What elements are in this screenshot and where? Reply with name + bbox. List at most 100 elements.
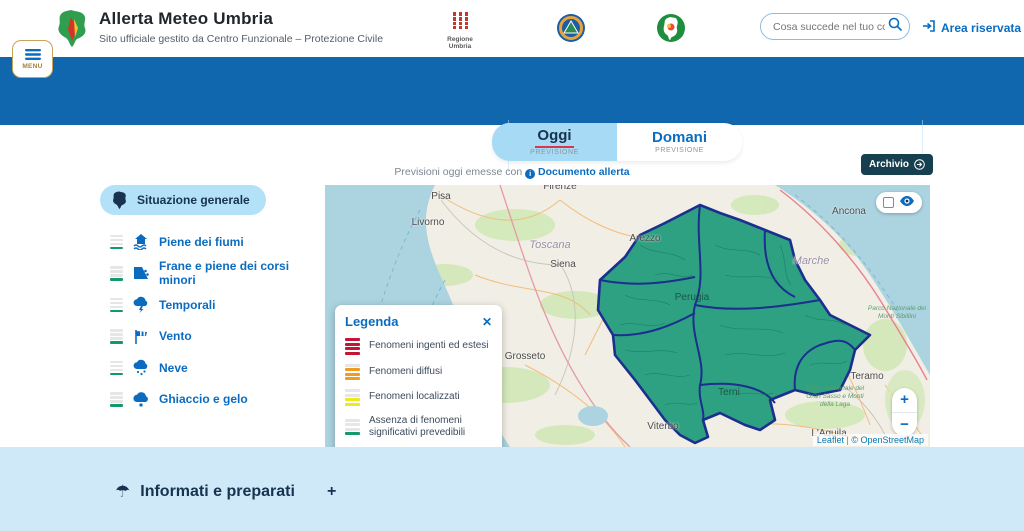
tab-domani-label: Domani [652,130,707,147]
alert-level-green-icon [110,235,123,250]
hazard-sidebar: Situazione generale Piene dei fiumi Fran… [100,185,325,415]
leaflet-link[interactable]: Leaflet [817,435,844,445]
alert-level-orange-icon [345,364,360,381]
brand-text: Allerta Meteo Umbria Sito ufficiale gest… [99,9,383,54]
expand-plus-icon[interactable]: + [327,483,336,501]
map-label-firenze: Firenze [543,185,576,192]
layer-checkbox[interactable] [883,197,894,208]
map-label-terni: Terni [718,387,740,398]
page: Allerta Meteo Umbria Sito ufficiale gest… [0,0,1024,531]
info-icon: i [525,169,535,179]
informati-title: Informati e preparati [140,483,295,501]
thunderstorm-icon [131,296,151,314]
tab-oggi[interactable]: Oggi PREVISIONE [492,123,617,161]
regione-umbria-logo: Regione Umbria [437,12,483,50]
map-label-livorno: Livorno [412,217,445,228]
alert-map[interactable]: Pisa Livorno Firenze Toscana Siena Arezz… [325,185,930,447]
search-input[interactable] [773,21,885,33]
area-riservata-label: Area riservata [941,21,1021,35]
hazard-list: Piene dei fiumi Frane e piene dei corsi … [100,226,325,415]
map-label-marche: Marche [793,255,830,267]
sidebar-item-situazione-generale[interactable]: Situazione generale [100,185,266,215]
map-label-viterbo: Viterbo [647,421,679,432]
menu-label: MENU [22,63,42,70]
sidebar-item-label: Neve [159,361,188,375]
sidebar-item-label: Vento [159,329,192,343]
site-search [760,13,910,40]
sidebar-item-label: Piene dei fiumi [159,235,244,249]
tab-oggi-sublabel: PREVISIONE [530,149,579,156]
alert-level-green-icon [110,392,123,407]
sidebar-item-temporali[interactable]: Temporali [100,289,325,321]
legend-item-green: Assenza di fenomeni significativi preved… [345,415,492,440]
windsock-icon [131,327,151,345]
emission-line: Previsioni oggi emesse con i Documento a… [0,166,1024,179]
emission-text: Previsioni oggi emesse con [394,166,522,178]
tab-oggi-label: Oggi [535,128,573,148]
landslide-icon [131,264,151,282]
site-subtitle: Sito ufficiale gestito da Centro Funzion… [99,33,383,45]
sidebar-item-piene-dei-fiumi[interactable]: Piene dei fiumi [100,226,325,258]
sidebar-item-frane[interactable]: Frane e piene dei corsi minori [100,258,325,290]
alert-level-green-icon [110,361,123,376]
layer-control [876,192,922,213]
alert-level-yellow-icon [345,389,360,406]
tab-domani[interactable]: Domani PREVISIONE [617,123,742,161]
map-label-pisa: Pisa [431,191,450,202]
map-attribution: Leaflet | © OpenStreetMap [813,434,928,446]
documento-allerta-link[interactable]: Documento allerta [538,166,630,178]
map-label-parco-gran-sasso: Parco Nazionale del Gran Sasso e Monti d… [803,385,867,408]
ice-icon [131,390,151,408]
login-enter-icon [922,19,936,36]
tab-domani-sublabel: PREVISIONE [655,147,704,154]
regione-umbria-mark-icon [453,12,468,29]
attribution-separator: | [846,435,848,445]
alert-level-red-icon [345,338,360,355]
sidebar-item-label: Ghiaccio e gelo [159,392,248,406]
brand[interactable]: Allerta Meteo Umbria Sito ufficiale gest… [55,9,383,54]
map-label-arezzo: Arezzo [629,233,660,244]
site-header: Allerta Meteo Umbria Sito ufficiale gest… [0,0,1024,57]
sidebar-item-label: Frane e piene dei corsi minori [159,259,325,287]
hamburger-icon [25,49,41,60]
map-label-toscana: Toscana [529,239,570,251]
legend-item-label: Fenomeni diffusi [369,366,442,379]
legend-item-label: Fenomeni ingenti ed estesi [369,340,489,353]
legend-item-red: Fenomeni ingenti ed estesi [345,338,492,355]
search-icon[interactable] [885,14,905,39]
area-riservata-link[interactable]: Area riservata [922,19,1021,36]
zoom-in-button[interactable]: + [892,388,917,413]
map-zoom-control: + − [892,388,917,436]
protezione-civile-logo-icon [556,13,586,48]
map-label-grosseto: Grosseto [505,351,546,362]
legend-item-orange: Fenomeni diffusi [345,364,492,381]
map-legend: Legenda ✕ Fenomeni ingenti ed estesi Fen… [335,305,502,447]
alert-level-green-icon [345,419,360,436]
menu-button[interactable]: MENU [12,40,53,78]
sidebar-item-ghiaccio[interactable]: Ghiaccio e gelo [100,384,325,416]
alert-document-text: Documento di allerta 026/2022 valido dal… [100,122,508,158]
centro-funzionale-logo-icon [656,13,686,48]
osm-link[interactable]: © OpenStreetMap [851,435,924,445]
legend-item-label: Assenza di fenomeni significativi preved… [369,415,492,440]
zoom-out-button[interactable]: − [892,413,917,437]
alert-bar: Documento di allerta 026/2022 valido dal… [0,57,1024,125]
sidebar-item-neve[interactable]: Neve [100,352,325,384]
eye-icon[interactable] [899,194,915,212]
footer-band: ☂ Informati e preparati + [0,447,1024,531]
map-label-teramo: Teramo [850,371,883,382]
umbria-logo-icon [55,9,89,54]
map-label-ancona: Ancona [832,206,866,217]
legend-item-yellow: Fenomeni localizzati [345,389,492,406]
legend-close-icon[interactable]: ✕ [482,315,492,329]
informati-accordion[interactable]: ☂ Informati e preparati + [115,482,336,502]
regione-umbria-caption: Regione Umbria [437,36,483,50]
alert-level-green-icon [110,329,123,344]
forecast-tabs: Oggi PREVISIONE Domani PREVISIONE [492,123,742,161]
river-flood-icon [131,233,151,251]
alert-level-green-icon [110,266,123,281]
alert-level-green-icon [110,298,123,313]
sidebar-item-vento[interactable]: Vento [100,321,325,353]
sidebar-active-label: Situazione generale [137,193,250,207]
umbria-shape-icon [111,191,128,210]
